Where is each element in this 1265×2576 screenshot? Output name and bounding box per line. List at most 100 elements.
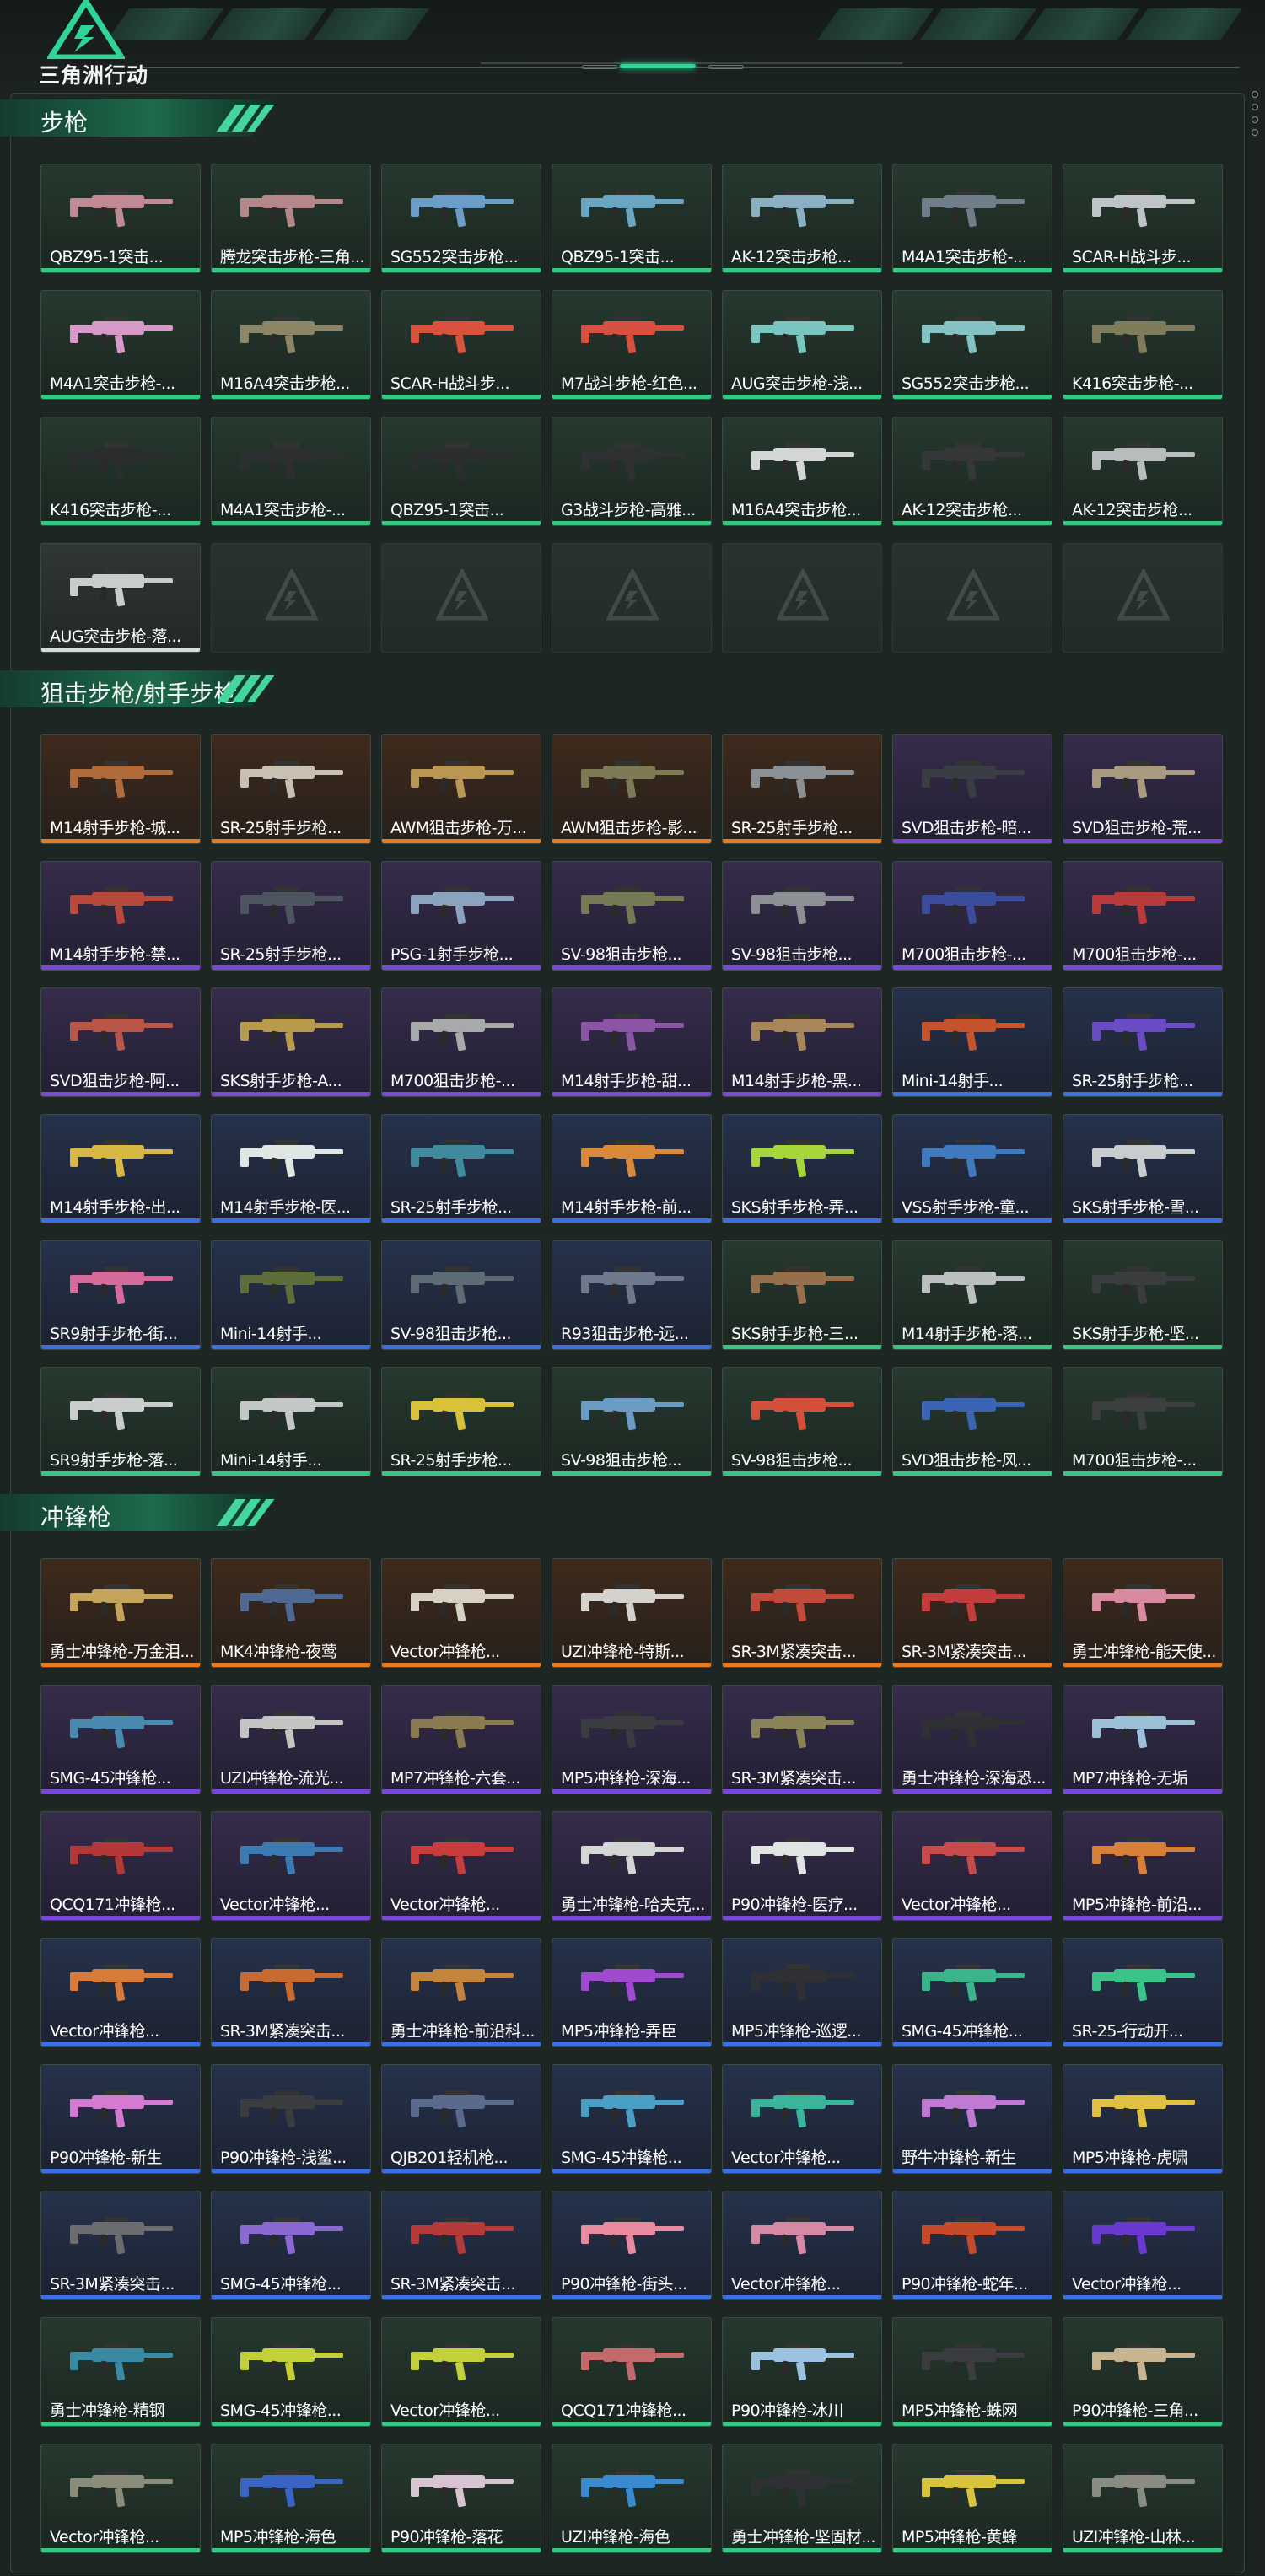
weapon-card[interactable]: SV-98狙击步枪...: [722, 1367, 882, 1476]
weapon-card[interactable]: SR-3M紧凑突击...: [211, 1938, 371, 2047]
weapon-card[interactable]: SMG-45冲锋枪...: [552, 2064, 712, 2174]
weapon-card[interactable]: Vector冲锋枪...: [722, 2191, 882, 2300]
weapon-card[interactable]: 野牛冲锋枪-新生: [892, 2064, 1052, 2174]
weapon-card[interactable]: MP5冲锋枪-深海...: [552, 1685, 712, 1794]
weapon-card[interactable]: SMG-45冲锋枪...: [40, 1685, 201, 1794]
weapon-card[interactable]: SR-3M紧凑突击...: [381, 2191, 541, 2300]
weapon-card[interactable]: M14射手步枪-黑...: [722, 987, 882, 1097]
weapon-card[interactable]: MP5冲锋枪-蛛网: [892, 2317, 1052, 2427]
weapon-card[interactable]: 勇士冲锋枪-能天使...: [1063, 1558, 1223, 1668]
weapon-card[interactable]: Vector冲锋枪...: [40, 2444, 201, 2553]
weapon-card[interactable]: SR9射手步枪-街...: [40, 1240, 201, 1350]
weapon-card[interactable]: SVD狙击步枪-荒...: [1063, 734, 1223, 844]
weapon-card[interactable]: SV-98狙击步枪...: [381, 1240, 541, 1350]
weapon-card[interactable]: AK-12突击步枪...: [892, 417, 1052, 526]
weapon-card[interactable]: M14射手步枪-前...: [552, 1114, 712, 1223]
weapon-card[interactable]: 勇士冲锋枪-前沿科...: [381, 1938, 541, 2047]
weapon-card[interactable]: SMG-45冲锋枪...: [211, 2191, 371, 2300]
weapon-card[interactable]: Vector冲锋枪...: [211, 1811, 371, 1921]
weapon-card[interactable]: M14射手步枪-落...: [892, 1240, 1052, 1350]
weapon-card[interactable]: Mini-14射手...: [211, 1240, 371, 1350]
weapon-card[interactable]: SR-3M紧凑突击...: [722, 1685, 882, 1794]
weapon-card[interactable]: UZI冲锋枪-流光...: [211, 1685, 371, 1794]
weapon-card[interactable]: MP7冲锋枪-六套...: [381, 1685, 541, 1794]
weapon-card[interactable]: M14射手步枪-甜...: [552, 987, 712, 1097]
weapon-card[interactable]: 勇士冲锋枪-精钢: [40, 2317, 201, 2427]
weapon-card[interactable]: M700狙击步枪-...: [1063, 1367, 1223, 1476]
weapon-card[interactable]: SR-25-行动开...: [1063, 1938, 1223, 2047]
weapon-card[interactable]: UZI冲锋枪-特斯...: [552, 1558, 712, 1668]
weapon-card[interactable]: QCQ171冲锋枪...: [40, 1811, 201, 1921]
weapon-card[interactable]: SKS射手步枪-坚...: [1063, 1240, 1223, 1350]
weapon-card[interactable]: MP5冲锋枪-巡逻...: [722, 1938, 882, 2047]
weapon-card[interactable]: Mini-14射手...: [892, 987, 1052, 1097]
weapon-card[interactable]: Vector冲锋枪...: [381, 2317, 541, 2427]
weapon-card[interactable]: MP5冲锋枪-虎啸: [1063, 2064, 1223, 2174]
weapon-card[interactable]: AUG突击步枪-浅...: [722, 290, 882, 400]
weapon-card[interactable]: SVD狙击步枪-风...: [892, 1367, 1052, 1476]
weapon-card[interactable]: K416突击步枪-...: [40, 417, 201, 526]
weapon-card[interactable]: SMG-45冲锋枪...: [892, 1938, 1052, 2047]
weapon-card[interactable]: M700狙击步枪-...: [381, 987, 541, 1097]
weapon-card[interactable]: MP5冲锋枪-海色: [211, 2444, 371, 2553]
weapon-card[interactable]: UZI冲锋枪-海色: [552, 2444, 712, 2553]
weapon-card[interactable]: SR-25射手步枪...: [211, 734, 371, 844]
weapon-card[interactable]: P90冲锋枪-街头...: [552, 2191, 712, 2300]
weapon-card[interactable]: SVD狙击步枪-暗...: [892, 734, 1052, 844]
weapon-card[interactable]: M700狙击步枪-...: [1063, 861, 1223, 971]
weapon-card[interactable]: 勇士冲锋枪-坚固材...: [722, 2444, 882, 2553]
weapon-card[interactable]: UZI冲锋枪-山林...: [1063, 2444, 1223, 2553]
weapon-card[interactable]: P90冲锋枪-三角...: [1063, 2317, 1223, 2427]
weapon-card[interactable]: SKS射手步枪-弄...: [722, 1114, 882, 1223]
weapon-card[interactable]: G3战斗步枪-高雅...: [552, 417, 712, 526]
weapon-card[interactable]: M14射手步枪-出...: [40, 1114, 201, 1223]
weapon-card[interactable]: AWM狙击步枪-影...: [552, 734, 712, 844]
weapon-card[interactable]: M16A4突击步枪...: [211, 290, 371, 400]
weapon-card[interactable]: Vector冲锋枪...: [381, 1811, 541, 1921]
weapon-card[interactable]: SV-98狙击步枪...: [722, 861, 882, 971]
weapon-card[interactable]: AWM狙击步枪-万...: [381, 734, 541, 844]
weapon-card[interactable]: P90冲锋枪-新生: [40, 2064, 201, 2174]
weapon-card[interactable]: SR9射手步枪-落...: [40, 1367, 201, 1476]
weapon-card[interactable]: SG552突击步枪...: [381, 164, 541, 273]
weapon-card[interactable]: P90冲锋枪-冰川: [722, 2317, 882, 2427]
weapon-card[interactable]: SR-25射手步枪...: [211, 861, 371, 971]
weapon-card[interactable]: 勇士冲锋枪-哈夫克...: [552, 1811, 712, 1921]
weapon-card[interactable]: Vector冲锋枪...: [381, 1558, 541, 1668]
weapon-card[interactable]: Vector冲锋枪...: [892, 1811, 1052, 1921]
weapon-card[interactable]: AK-12突击步枪...: [1063, 417, 1223, 526]
scroll-indicator[interactable]: [1252, 91, 1258, 152]
weapon-card[interactable]: P90冲锋枪-蛇年...: [892, 2191, 1052, 2300]
weapon-card[interactable]: M7战斗步枪-红色...: [552, 290, 712, 400]
weapon-card[interactable]: QBZ95-1突击...: [40, 164, 201, 273]
weapon-card[interactable]: SCAR-H战斗步...: [1063, 164, 1223, 273]
weapon-card[interactable]: AUG突击步枪-落...: [40, 543, 201, 653]
weapon-card[interactable]: Vector冲锋枪...: [722, 2064, 882, 2174]
weapon-card[interactable]: QBZ95-1突击...: [552, 164, 712, 273]
weapon-card[interactable]: M14射手步枪-城...: [40, 734, 201, 844]
weapon-card[interactable]: 勇士冲锋枪-万金泪...: [40, 1558, 201, 1668]
weapon-card[interactable]: SR-3M紧凑突击...: [40, 2191, 201, 2300]
weapon-card[interactable]: PSG-1射手步枪...: [381, 861, 541, 971]
weapon-card[interactable]: SKS射手步枪-雪...: [1063, 1114, 1223, 1223]
weapon-card[interactable]: SMG-45冲锋枪...: [211, 2317, 371, 2427]
weapon-card[interactable]: K416突击步枪-...: [1063, 290, 1223, 400]
weapon-card[interactable]: MP5冲锋枪-弄臣: [552, 1938, 712, 2047]
weapon-card[interactable]: M14射手步枪-禁...: [40, 861, 201, 971]
weapon-card[interactable]: SR-25射手步枪...: [381, 1114, 541, 1223]
weapon-card[interactable]: 勇士冲锋枪-深海恐...: [892, 1685, 1052, 1794]
weapon-card[interactable]: R93狙击步枪-远...: [552, 1240, 712, 1350]
weapon-card[interactable]: SKS射手步枪-A...: [211, 987, 371, 1097]
weapon-card[interactable]: M4A1突击步枪-...: [211, 417, 371, 526]
weapon-card[interactable]: QBZ95-1突击...: [381, 417, 541, 526]
weapon-card[interactable]: M4A1突击步枪-...: [892, 164, 1052, 273]
weapon-card[interactable]: SR-25射手步枪...: [1063, 987, 1223, 1097]
weapon-card[interactable]: QCQ171冲锋枪...: [552, 2317, 712, 2427]
weapon-card[interactable]: SV-98狙击步枪...: [552, 1367, 712, 1476]
weapon-card[interactable]: Vector冲锋枪...: [1063, 2191, 1223, 2300]
weapon-card[interactable]: MP7冲锋枪-无垢: [1063, 1685, 1223, 1794]
weapon-card[interactable]: AK-12突击步枪...: [722, 164, 882, 273]
weapon-card[interactable]: SR-25射手步枪...: [722, 734, 882, 844]
weapon-card[interactable]: SR-25射手步枪...: [381, 1367, 541, 1476]
weapon-card[interactable]: QJB201轻机枪...: [381, 2064, 541, 2174]
